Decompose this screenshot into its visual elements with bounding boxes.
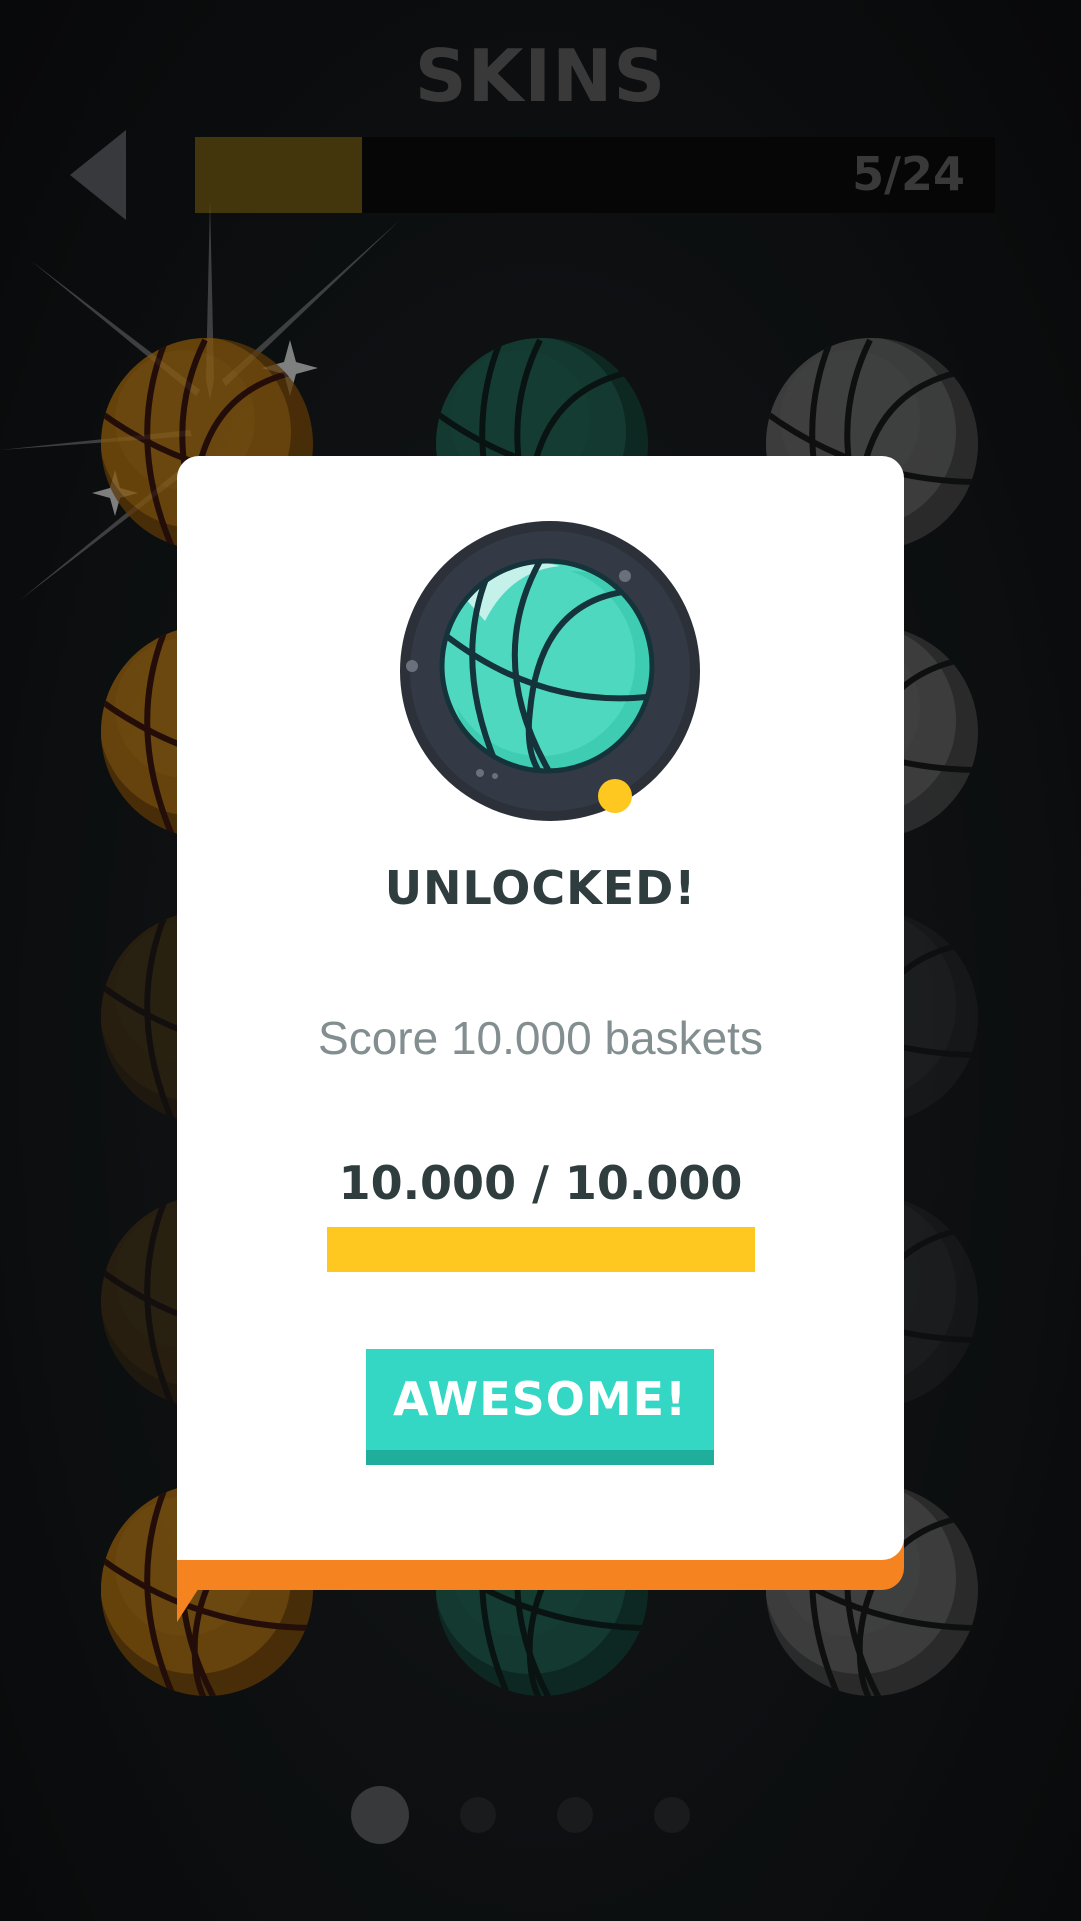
unlock-progress-fill (327, 1227, 755, 1272)
modal-tail (177, 1560, 217, 1622)
unlocked-heading: UNLOCKED! (384, 861, 697, 915)
unlock-description: Score 10.000 baskets (318, 1012, 763, 1064)
skins-screen: SKINS 5/24 UNLOCKED! Score 10.000 basket… (0, 0, 1081, 1921)
unlock-progress-bar (327, 1227, 755, 1272)
unlock-dialog: UNLOCKED! Score 10.000 baskets 10.000 / … (177, 456, 904, 1560)
awesome-button[interactable]: AWESOME! (366, 1349, 714, 1465)
unlock-progress-text: 10.000 / 10.000 (338, 1156, 743, 1210)
teal-basketball-icon (400, 521, 700, 821)
